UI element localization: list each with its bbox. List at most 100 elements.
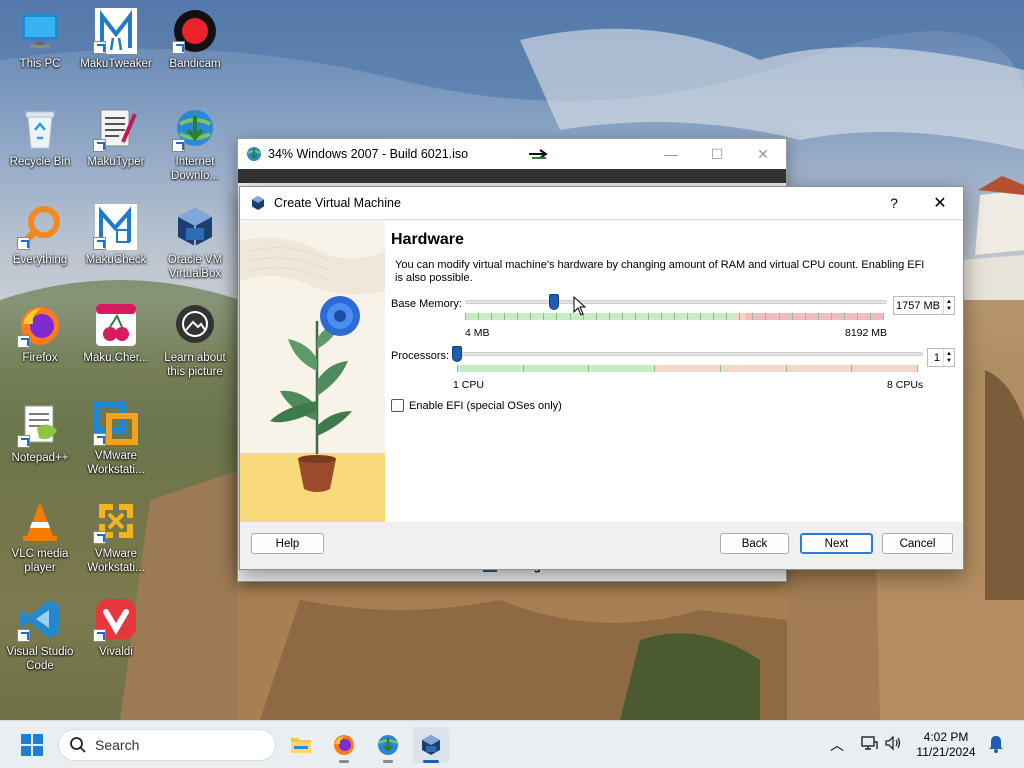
desktop-icon-vmware-workstation-1[interactable]: VMware Workstati... — [76, 400, 156, 477]
vmware-player-icon — [93, 498, 139, 544]
memory-scale-tick — [595, 313, 597, 320]
record-icon — [172, 8, 218, 54]
background-window-titlebar[interactable]: 34% Windows 2007 - Build 6021.iso — ☐ ✕ — [238, 139, 786, 169]
processors-scale-tick — [785, 365, 787, 372]
processors-slider-track[interactable] — [453, 352, 923, 356]
base-memory-value[interactable]: 1757 MB — [894, 300, 943, 312]
next-button[interactable]: Next — [800, 533, 873, 554]
cancel-button[interactable]: Cancel — [882, 533, 953, 554]
page-title: Hardware — [391, 231, 464, 248]
memory-scale-tick — [791, 313, 793, 320]
desktop-icon-this-pc[interactable]: This PC — [0, 8, 80, 71]
desktop-icon-everything[interactable]: Everything — [0, 204, 80, 267]
memory-scale-tick — [517, 313, 519, 320]
base-memory-spinbox[interactable]: 1757 MB ▲ ▼ — [893, 296, 955, 315]
spin-arrows-icon[interactable]: ▲ ▼ — [943, 297, 954, 314]
globe-download-icon — [378, 735, 398, 755]
desktop-icon-notepadpp[interactable]: Notepad++ — [0, 402, 80, 465]
desktop-icon-bandicam[interactable]: Bandicam — [155, 8, 235, 71]
shortcut-arrow-icon — [93, 237, 106, 250]
base-memory-max-label: 8192 MB — [845, 327, 888, 339]
base-memory-label: Base Memory: — [391, 298, 462, 310]
clock-date: 11/21/2024 — [916, 745, 976, 759]
spin-arrows-icon[interactable]: ▲ ▼ — [943, 349, 954, 366]
processors-slider-thumb[interactable] — [452, 346, 462, 362]
taskbar-app-firefox[interactable] — [326, 727, 362, 763]
virtualbox-cube-icon — [172, 204, 218, 250]
base-memory-min-label: 4 MB — [465, 327, 490, 339]
firefox-icon — [334, 735, 354, 755]
memory-scale-tick — [478, 313, 480, 320]
dialog-close-button[interactable]: ✕ — [917, 193, 963, 213]
desktop-icon-makutweaker[interactable]: MakuTweaker — [76, 8, 156, 71]
vscode-icon — [17, 596, 63, 642]
desktop-icon-label: MakuCheck — [85, 254, 147, 266]
enable-efi-label[interactable]: Enable EFI (special OSes only) — [409, 400, 562, 412]
desktop-icon-makucheck[interactable]: MakuCheck — [76, 204, 156, 267]
context-help-button[interactable]: ? — [871, 195, 917, 211]
close-button[interactable]: ✕ — [740, 146, 786, 163]
desktop-icon-vivaldi[interactable]: Vivaldi — [76, 596, 156, 659]
create-vm-dialog[interactable]: Create Virtual Machine ? ✕ Hardware You … — [239, 186, 964, 570]
taskbar-app-file-explorer[interactable] — [283, 727, 319, 763]
monitor-icon — [17, 8, 63, 54]
camera-info-icon — [172, 302, 218, 348]
network-icon[interactable] — [860, 734, 878, 752]
memory-scale-tick — [621, 313, 623, 320]
makutyper-icon — [93, 106, 139, 152]
back-button[interactable]: Back — [720, 533, 789, 554]
maximize-button[interactable]: ☐ — [694, 146, 740, 163]
memory-scale-tick — [569, 313, 571, 320]
shortcut-arrow-icon — [93, 629, 106, 642]
show-hidden-icons-chevron-icon[interactable]: ︿ — [830, 735, 844, 755]
dialog-titlebar[interactable]: Create Virtual Machine ? ✕ — [240, 187, 963, 220]
desktop-icon-makutyper[interactable]: MakuTyper — [76, 106, 156, 169]
processors-value[interactable]: 1 — [928, 352, 943, 364]
memory-scale-tick — [634, 313, 636, 320]
processors-scale-tick — [457, 365, 458, 372]
notification-bell-icon[interactable] — [988, 735, 1004, 753]
desktop-icon-vlc[interactable]: VLC media player — [0, 498, 80, 575]
mouse-pointer-icon — [573, 296, 587, 316]
desktop-icon-recycle-bin[interactable]: Recycle Bin — [0, 106, 80, 169]
taskbar-app-internet-download-manager[interactable] — [370, 727, 406, 763]
download-arrow-icon — [529, 149, 548, 159]
desktop-icon-maku-cherry[interactable]: Maku.Cher... — [76, 302, 156, 365]
volume-icon[interactable] — [884, 734, 902, 752]
recycle-bin-icon — [17, 106, 63, 152]
help-button[interactable]: Help — [251, 533, 324, 554]
shortcut-arrow-icon — [93, 41, 106, 54]
running-indicator — [423, 760, 439, 763]
desktop-icon-virtualbox[interactable]: Oracle VM VirtualBox — [155, 204, 235, 281]
desktop-icon-vmware-workstation-2[interactable]: VMware Workstati... — [76, 498, 156, 575]
taskbar: Search ︿ 4:02 PM 11/21/2024 — [0, 720, 1024, 768]
potted-plant-illustration — [240, 221, 385, 522]
enable-efi-checkbox[interactable] — [391, 399, 404, 412]
memory-scale-tick — [752, 313, 754, 320]
processors-scale-tick — [719, 365, 721, 372]
base-memory-slider-thumb[interactable] — [549, 294, 560, 310]
processors-label: Processors: — [391, 350, 450, 362]
dialog-footer: Help Back Next Cancel — [240, 522, 963, 569]
taskbar-clock[interactable]: 4:02 PM 11/21/2024 — [910, 730, 982, 760]
enable-efi-row[interactable]: Enable EFI (special OSes only) — [391, 399, 562, 412]
desktop-icon-internet-download-manager[interactable]: Internet Downlo... — [155, 106, 235, 183]
memory-scale-tick — [687, 313, 689, 320]
taskbar-search-box[interactable]: Search — [58, 729, 276, 761]
shortcut-arrow-icon — [172, 139, 185, 152]
base-memory-slider-track[interactable] — [465, 300, 887, 304]
clock-time: 4:02 PM — [923, 730, 969, 744]
minimize-button[interactable]: — — [648, 146, 694, 163]
desktop-icon-firefox[interactable]: Firefox — [0, 302, 80, 365]
memory-scale-tick — [765, 313, 767, 320]
background-window-title: 34% Windows 2007 - Build 6021.iso — [268, 147, 469, 161]
shortcut-arrow-icon — [17, 237, 30, 250]
desktop-icon-learn-about-picture[interactable]: Learn about this picture — [155, 302, 235, 379]
desktop-icon-vscode[interactable]: Visual Studio Code — [0, 596, 80, 673]
taskbar-app-virtualbox[interactable] — [413, 727, 449, 763]
processors-spinbox[interactable]: 1 ▲ ▼ — [927, 348, 955, 367]
memory-scale-tick — [817, 313, 819, 320]
memory-scale-tick — [700, 313, 702, 320]
processors-min-label: 1 CPU — [453, 379, 484, 391]
windows-start-icon[interactable] — [20, 733, 44, 757]
